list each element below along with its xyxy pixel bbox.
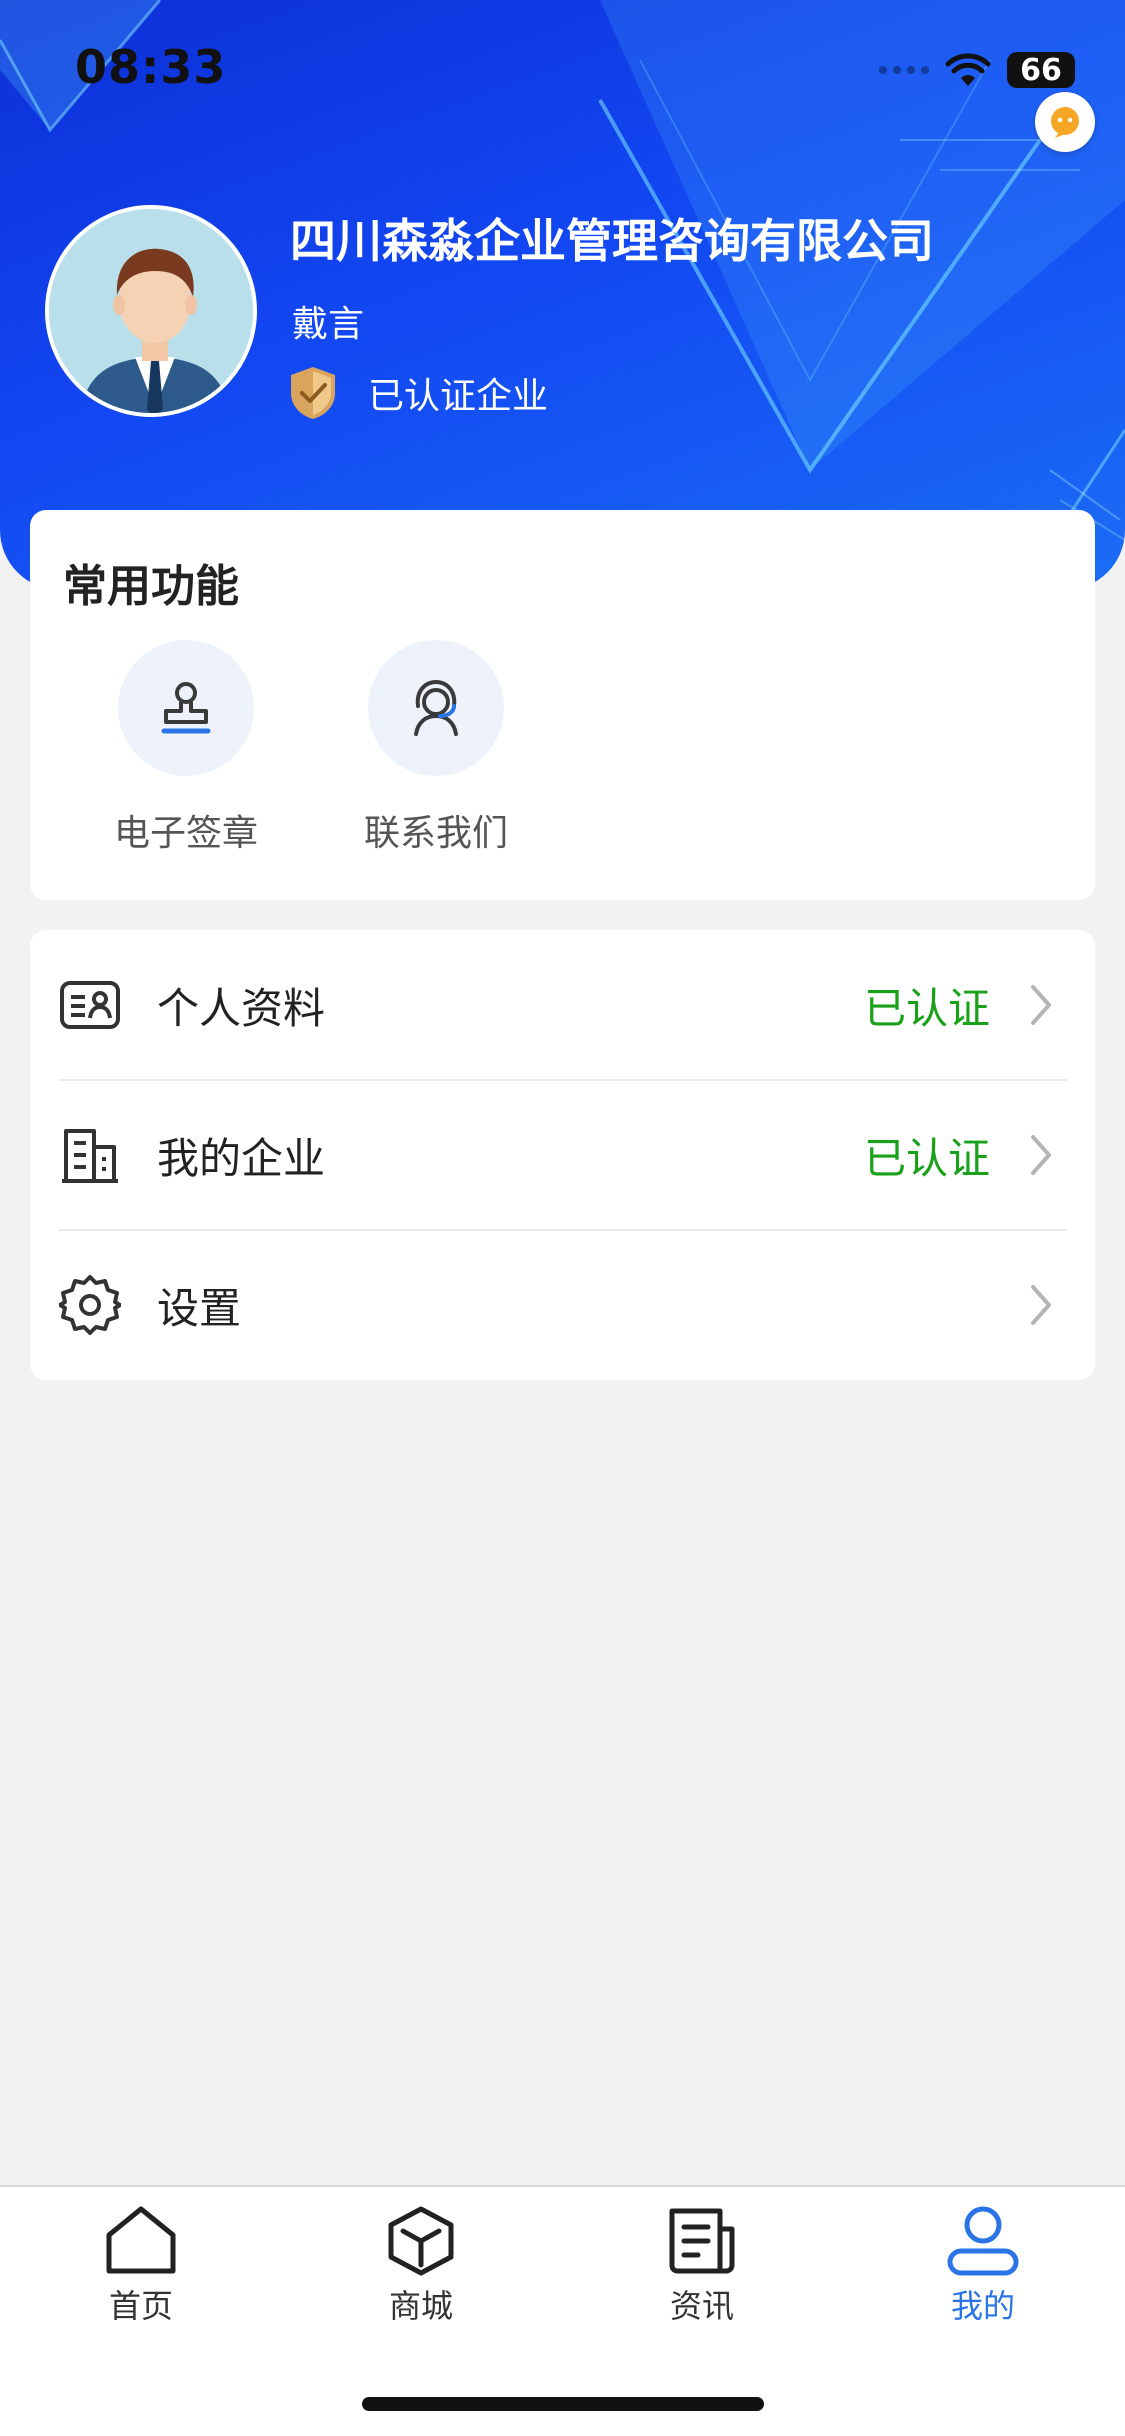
message-button[interactable] bbox=[1035, 92, 1095, 152]
common-functions-title: 常用功能 bbox=[63, 561, 239, 612]
menu-item-label: 设置 bbox=[157, 1283, 242, 1333]
wifi-icon bbox=[945, 53, 991, 86]
tab-label: 首页 bbox=[108, 2287, 173, 2325]
tab-mine[interactable]: 我的 bbox=[883, 2205, 1083, 2327]
chevron-right-icon bbox=[1031, 1135, 1051, 1175]
tab-label: 资讯 bbox=[669, 2287, 734, 2325]
function-contact-us[interactable]: 联系我们 bbox=[336, 640, 536, 856]
profile-page: 08:33 66 四川森淼企业管理咨询有限公司 戴言 已认证企业 常用功能 电子… bbox=[0, 0, 1125, 2436]
status-time: 08:33 bbox=[75, 40, 227, 94]
tab-news[interactable]: 资讯 bbox=[602, 2205, 802, 2327]
menu-item-label: 个人资料 bbox=[157, 983, 326, 1033]
menu-card: 个人资料 已认证 我的企业 已认证 设置 bbox=[30, 930, 1095, 1380]
tab-label: 我的 bbox=[950, 2287, 1015, 2325]
shield-check-icon bbox=[291, 367, 335, 419]
tab-label: 商城 bbox=[388, 2287, 453, 2325]
function-label: 联系我们 bbox=[363, 813, 508, 854]
customer-service-icon bbox=[414, 679, 458, 736]
chat-bubble-icon bbox=[1051, 107, 1079, 138]
home-indicator bbox=[362, 2397, 764, 2411]
battery-icon: 66 bbox=[1007, 52, 1075, 88]
chevron-right-icon bbox=[1031, 1285, 1051, 1325]
menu-item-settings[interactable]: 设置 bbox=[30, 1230, 1095, 1380]
verified-status: 已认证 bbox=[863, 983, 990, 1033]
user-icon bbox=[947, 2206, 1019, 2276]
stamp-icon bbox=[161, 682, 211, 734]
user-name: 戴言 bbox=[292, 304, 365, 345]
tab-home[interactable]: 首页 bbox=[41, 2205, 241, 2327]
id-card-icon bbox=[58, 973, 122, 1037]
status-bar: 08:33 66 bbox=[0, 0, 1125, 140]
chevron-right-icon bbox=[1031, 985, 1051, 1025]
menu-item-label: 我的企业 bbox=[157, 1133, 326, 1183]
menu-item-my-company[interactable]: 我的企业 已认证 bbox=[30, 1080, 1095, 1230]
news-icon bbox=[669, 2208, 735, 2274]
home-icon bbox=[106, 2206, 176, 2274]
certified-badge-label: 已认证企业 bbox=[368, 376, 549, 417]
tab-mall[interactable]: 商城 bbox=[321, 2205, 521, 2327]
common-functions-card: 常用功能 电子签章 联系我们 bbox=[30, 510, 1095, 900]
cube-icon bbox=[388, 2206, 454, 2276]
verified-status: 已认证 bbox=[863, 1133, 990, 1183]
signal-icon bbox=[879, 66, 929, 74]
gear-icon bbox=[58, 1273, 122, 1337]
company-name: 四川森淼企业管理咨询有限公司 bbox=[290, 214, 934, 268]
avatar-illustration bbox=[49, 209, 253, 413]
menu-item-personal-info[interactable]: 个人资料 已认证 bbox=[30, 930, 1095, 1080]
building-icon bbox=[58, 1123, 122, 1187]
avatar[interactable] bbox=[45, 205, 257, 417]
function-label: 电子签章 bbox=[113, 813, 258, 854]
profile-header: 08:33 66 四川森淼企业管理咨询有限公司 戴言 已认证企业 bbox=[0, 0, 1125, 590]
function-icon-bg bbox=[118, 640, 254, 776]
function-electronic-seal[interactable]: 电子签章 bbox=[86, 640, 286, 856]
status-icons: 66 bbox=[879, 45, 1075, 95]
function-icon-bg bbox=[368, 640, 504, 776]
certified-badge: 已认证企业 bbox=[288, 365, 548, 421]
